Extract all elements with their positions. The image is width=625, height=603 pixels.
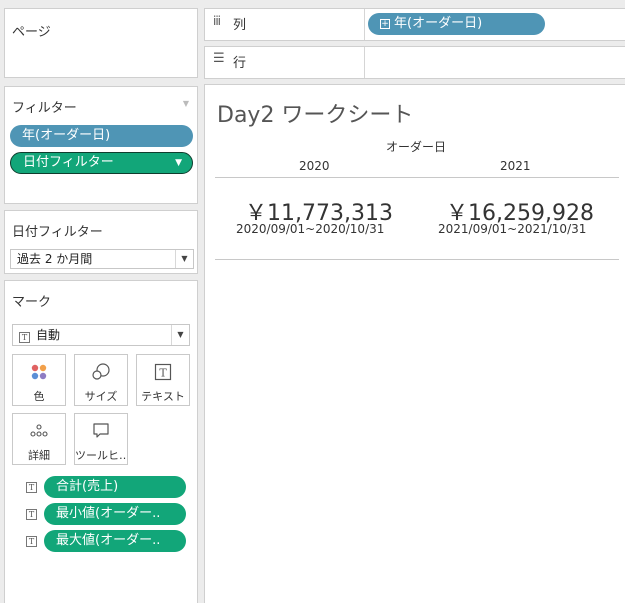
column-header-year-2021[interactable]: 2021 bbox=[500, 159, 531, 173]
chevron-down-icon[interactable]: ▼ bbox=[175, 153, 182, 173]
filter-pill-year-order-date[interactable]: 年(オーダー日) bbox=[10, 125, 193, 147]
text-mark-icon[interactable]: T bbox=[26, 536, 37, 547]
marks-text-button[interactable]: T テキスト bbox=[136, 354, 190, 406]
date-filter-title: 日付フィルター bbox=[12, 225, 103, 240]
date-filter-card[interactable]: 日付フィルター 過去 2 か月間 ▼ bbox=[4, 210, 198, 274]
header-divider bbox=[215, 177, 619, 178]
detail-icon bbox=[13, 421, 65, 441]
color-dots-icon bbox=[13, 362, 65, 382]
marks-button-label: 色 bbox=[33, 390, 45, 403]
filter-pill-label: 年(オーダー日) bbox=[22, 128, 111, 143]
rows-icon: ☰ bbox=[213, 51, 225, 66]
mark-type-select[interactable]: T 自動 ▼ bbox=[12, 324, 190, 346]
worksheet-title: Day2 ワークシート bbox=[217, 103, 414, 128]
rows-label-text: 行 bbox=[233, 56, 247, 71]
pages-title: ページ bbox=[12, 25, 51, 40]
chevron-down-icon[interactable]: ▼ bbox=[171, 325, 189, 345]
text-mark-icon[interactable]: T bbox=[26, 509, 37, 520]
columns-shelf-label: iii 列 bbox=[205, 9, 365, 40]
marks-title: マーク bbox=[12, 295, 52, 310]
expand-plus-icon[interactable]: + bbox=[380, 19, 390, 29]
rows-shelf-label: ☰ 行 bbox=[205, 47, 365, 78]
table-bottom-divider bbox=[215, 259, 619, 260]
filter-pill-label: 日付フィルター bbox=[23, 155, 114, 170]
column-header-order-date: オーダー日 bbox=[386, 140, 447, 154]
column-header-year-2020[interactable]: 2020 bbox=[299, 159, 330, 173]
columns-pill-label: 年(オーダー日) bbox=[394, 16, 483, 31]
text-mark-icon: T bbox=[19, 332, 30, 343]
text-mark-icon[interactable]: T bbox=[26, 482, 37, 493]
tooltip-icon bbox=[75, 421, 127, 441]
marks-field-label: 最大値(オーダー.. bbox=[56, 533, 161, 548]
filters-menu-icon[interactable]: ▼ bbox=[183, 99, 189, 108]
marks-field-label: 最小値(オーダー.. bbox=[56, 506, 161, 521]
marks-field-label: 合計(売上) bbox=[56, 479, 119, 494]
marks-button-label: テキスト bbox=[141, 390, 185, 403]
filter-pill-date-filter[interactable]: 日付フィルター ▼ bbox=[10, 152, 193, 174]
pages-card[interactable]: ページ bbox=[4, 8, 198, 78]
marks-size-button[interactable]: サイズ bbox=[74, 354, 128, 406]
rows-shelf[interactable]: ☰ 行 bbox=[204, 46, 625, 79]
filters-card[interactable]: フィルター ▼ 年(オーダー日) 日付フィルター ▼ bbox=[4, 86, 198, 204]
marks-button-label: ツールヒ… bbox=[75, 449, 127, 462]
marks-button-label: 詳細 bbox=[28, 449, 50, 462]
columns-pill-year-order-date[interactable]: + 年(オーダー日) bbox=[368, 13, 545, 35]
worksheet-view[interactable]: Day2 ワークシート オーダー日 2020 2021 ￥11,773,313 … bbox=[204, 84, 625, 603]
marks-button-label: サイズ bbox=[84, 390, 118, 403]
date-filter-select[interactable]: 過去 2 か月間 ▼ bbox=[10, 249, 194, 269]
mark-type-value: 自動 bbox=[36, 328, 61, 342]
marks-card[interactable]: マーク T 自動 ▼ 色 サイズ T テキスト 詳細 ツールヒ… T 合計(売上… bbox=[4, 280, 198, 603]
size-icon bbox=[75, 362, 127, 382]
columns-label-text: 列 bbox=[233, 18, 247, 33]
columns-icon: iii bbox=[213, 14, 221, 28]
filters-title: フィルター bbox=[12, 101, 77, 116]
date-range-2021[interactable]: 2021/09/01~2021/10/31 bbox=[438, 222, 586, 236]
columns-shelf[interactable]: iii 列 + 年(オーダー日) bbox=[204, 8, 625, 41]
date-range-2020[interactable]: 2020/09/01~2020/10/31 bbox=[236, 222, 384, 236]
chevron-down-icon[interactable]: ▼ bbox=[175, 250, 193, 268]
marks-field-min-order-date[interactable]: 最小値(オーダー.. bbox=[44, 503, 186, 525]
marks-field-max-order-date[interactable]: 最大値(オーダー.. bbox=[44, 530, 186, 552]
date-filter-selected-value: 過去 2 か月間 bbox=[17, 252, 93, 266]
marks-tooltip-button[interactable]: ツールヒ… bbox=[74, 413, 128, 465]
text-icon: T bbox=[137, 362, 189, 382]
marks-color-button[interactable]: 色 bbox=[12, 354, 66, 406]
marks-field-sum-sales[interactable]: 合計(売上) bbox=[44, 476, 186, 498]
marks-detail-button[interactable]: 詳細 bbox=[12, 413, 66, 465]
svg-text:T: T bbox=[159, 367, 167, 380]
